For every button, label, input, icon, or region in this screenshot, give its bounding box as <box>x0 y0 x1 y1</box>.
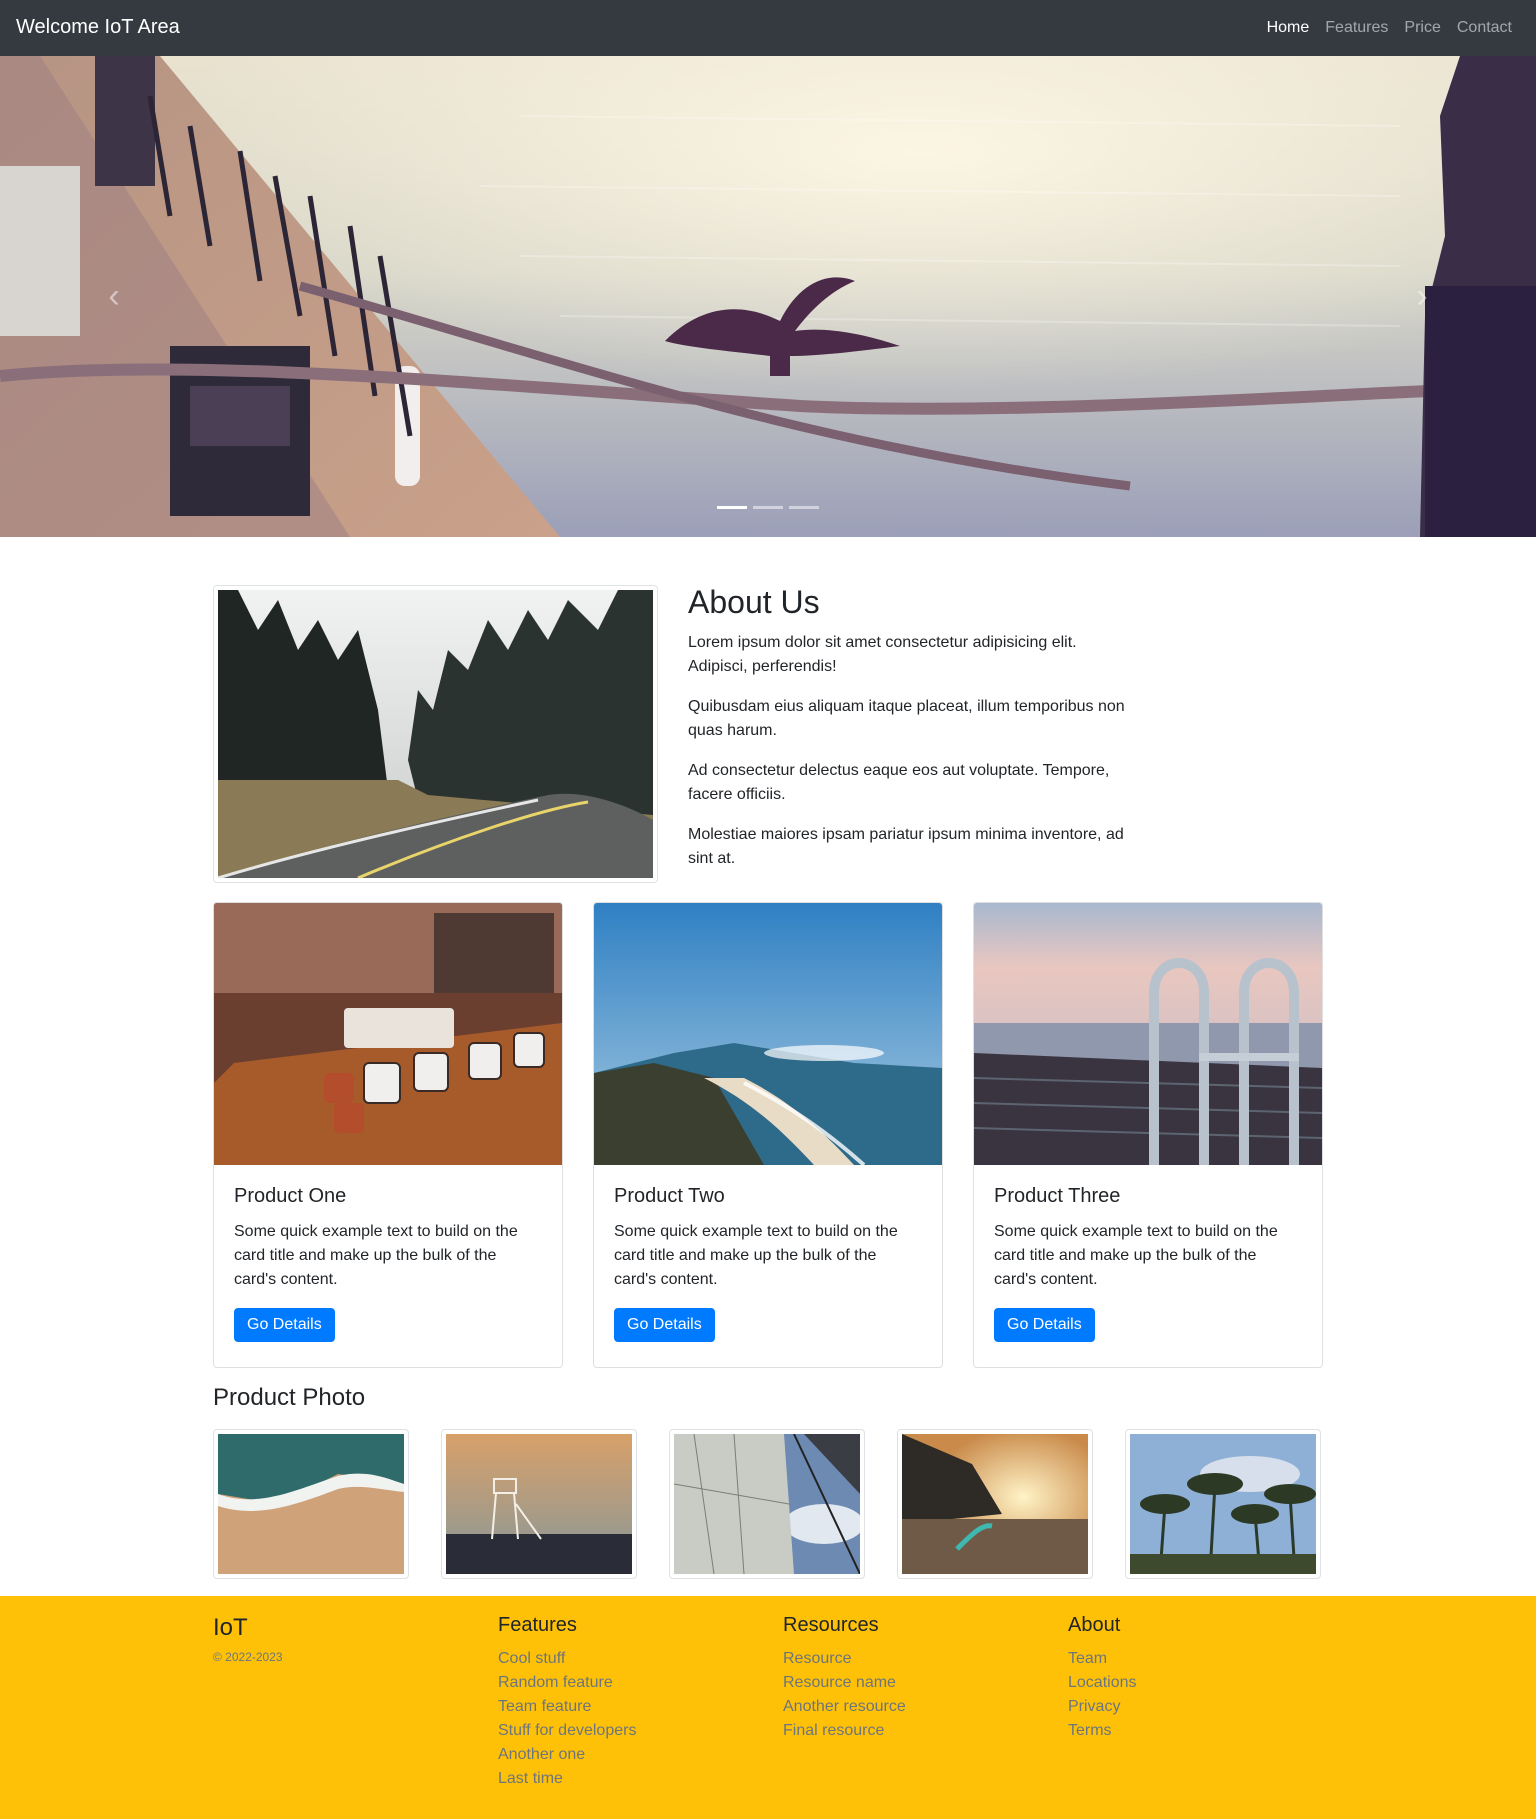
card-text: Some quick example text to build on the … <box>234 1223 518 1288</box>
carousel-indicators <box>0 506 1536 509</box>
footer-link[interactable]: Resource <box>783 1647 906 1671</box>
card-text: Some quick example text to build on the … <box>994 1223 1278 1288</box>
footer-link[interactable]: Resource name <box>783 1671 906 1695</box>
hero-image <box>0 56 1536 537</box>
product-card-three: Product Three Some quick example text to… <box>973 902 1323 1368</box>
about-image-frame <box>213 585 658 883</box>
carousel-indicator-1[interactable] <box>717 506 747 509</box>
photo-lifeguard-tower <box>446 1434 632 1574</box>
photo-sail <box>674 1434 860 1574</box>
card-title: Product Three <box>994 1185 1121 1207</box>
footer-link[interactable]: Final resource <box>783 1719 906 1743</box>
footer-link[interactable]: Cool stuff <box>498 1647 636 1671</box>
about-title: About Us <box>688 584 820 620</box>
footer-column-title: About <box>1068 1614 1121 1636</box>
product-two-image <box>594 903 942 1165</box>
footer-column-title: Features <box>498 1614 577 1636</box>
about-paragraph: Quibusdam eius aliquam itaque placeat, i… <box>688 698 1125 740</box>
footer-brand: IoT <box>213 1614 248 1641</box>
product-photo-title: Product Photo <box>213 1384 366 1411</box>
product-card-one: Product One Some quick example text to b… <box>213 902 563 1368</box>
carousel-prev-button[interactable]: ‹ <box>84 256 144 336</box>
product-card-two: Product Two Some quick example text to b… <box>593 902 943 1368</box>
footer-column-resources: Resources Resource Resource name Another… <box>783 1614 906 1743</box>
nav-link-features[interactable]: Features <box>1325 19 1388 37</box>
go-details-button[interactable]: Go Details <box>614 1308 715 1342</box>
photo-beach-waves <box>218 1434 404 1574</box>
nav-links: Home Features Price Contact <box>1267 19 1512 37</box>
card-title: Product One <box>234 1185 347 1207</box>
card-body: Product Two Some quick example text to b… <box>594 1165 942 1362</box>
carousel-indicator-2[interactable] <box>753 506 783 509</box>
card-title: Product Two <box>614 1185 725 1207</box>
navbar: Welcome IoT Area Home Features Price Con… <box>0 0 1536 56</box>
footer-link[interactable]: Random feature <box>498 1671 636 1695</box>
hero-carousel: ‹ › <box>0 56 1536 537</box>
product-one-image <box>214 903 562 1165</box>
footer: IoT © 2022-2023 Features Cool stuff Rand… <box>0 1596 1536 1819</box>
nav-link-home[interactable]: Home <box>1267 19 1310 37</box>
product-photo-thumb[interactable] <box>897 1429 1093 1579</box>
photo-palm-trees <box>1130 1434 1316 1574</box>
footer-column-about: About Team Locations Privacy Terms <box>1068 1614 1137 1743</box>
carousel-next-button[interactable]: › <box>1392 256 1452 336</box>
carousel-indicator-3[interactable] <box>789 506 819 509</box>
footer-column-features: Features Cool stuff Random feature Team … <box>498 1614 636 1791</box>
about-image <box>218 590 653 878</box>
chevron-left-icon: ‹ <box>108 276 120 315</box>
footer-link[interactable]: Team <box>1068 1647 1137 1671</box>
photo-sunset-surfboard <box>902 1434 1088 1574</box>
card-text: Some quick example text to build on the … <box>614 1223 898 1288</box>
product-photo-thumb[interactable] <box>1125 1429 1321 1579</box>
about-paragraph: Lorem ipsum dolor sit amet consectetur a… <box>688 634 1077 676</box>
footer-link[interactable]: Team feature <box>498 1695 636 1719</box>
navbar-brand[interactable]: Welcome IoT Area <box>16 16 180 39</box>
footer-link[interactable]: Last time <box>498 1767 636 1791</box>
go-details-button[interactable]: Go Details <box>994 1308 1095 1342</box>
product-photo-thumb[interactable] <box>669 1429 865 1579</box>
footer-brand-column: IoT © 2022-2023 <box>213 1614 283 1664</box>
about-paragraph: Molestiae maiores ipsam pariatur ipsum m… <box>688 826 1124 868</box>
product-photo-thumb[interactable] <box>441 1429 637 1579</box>
product-three-image <box>974 903 1322 1165</box>
about-paragraph: Ad consectetur delectus eaque eos aut vo… <box>688 762 1110 804</box>
nav-link-contact[interactable]: Contact <box>1457 19 1512 37</box>
footer-link[interactable]: Locations <box>1068 1671 1137 1695</box>
footer-link[interactable]: Terms <box>1068 1719 1137 1743</box>
about-section: About Us Lorem ipsum dolor sit amet cons… <box>688 583 1133 887</box>
footer-link[interactable]: Privacy <box>1068 1695 1137 1719</box>
product-photo-thumb[interactable] <box>213 1429 409 1579</box>
nav-link-price[interactable]: Price <box>1404 19 1440 37</box>
footer-link[interactable]: Stuff for developers <box>498 1719 636 1743</box>
footer-column-title: Resources <box>783 1614 879 1636</box>
footer-link[interactable]: Another resource <box>783 1695 906 1719</box>
card-body: Product Three Some quick example text to… <box>974 1165 1322 1362</box>
chevron-right-icon: › <box>1416 276 1428 315</box>
footer-link[interactable]: Another one <box>498 1743 636 1767</box>
footer-copyright: © 2022-2023 <box>213 1650 283 1664</box>
card-body: Product One Some quick example text to b… <box>214 1165 562 1362</box>
go-details-button[interactable]: Go Details <box>234 1308 335 1342</box>
